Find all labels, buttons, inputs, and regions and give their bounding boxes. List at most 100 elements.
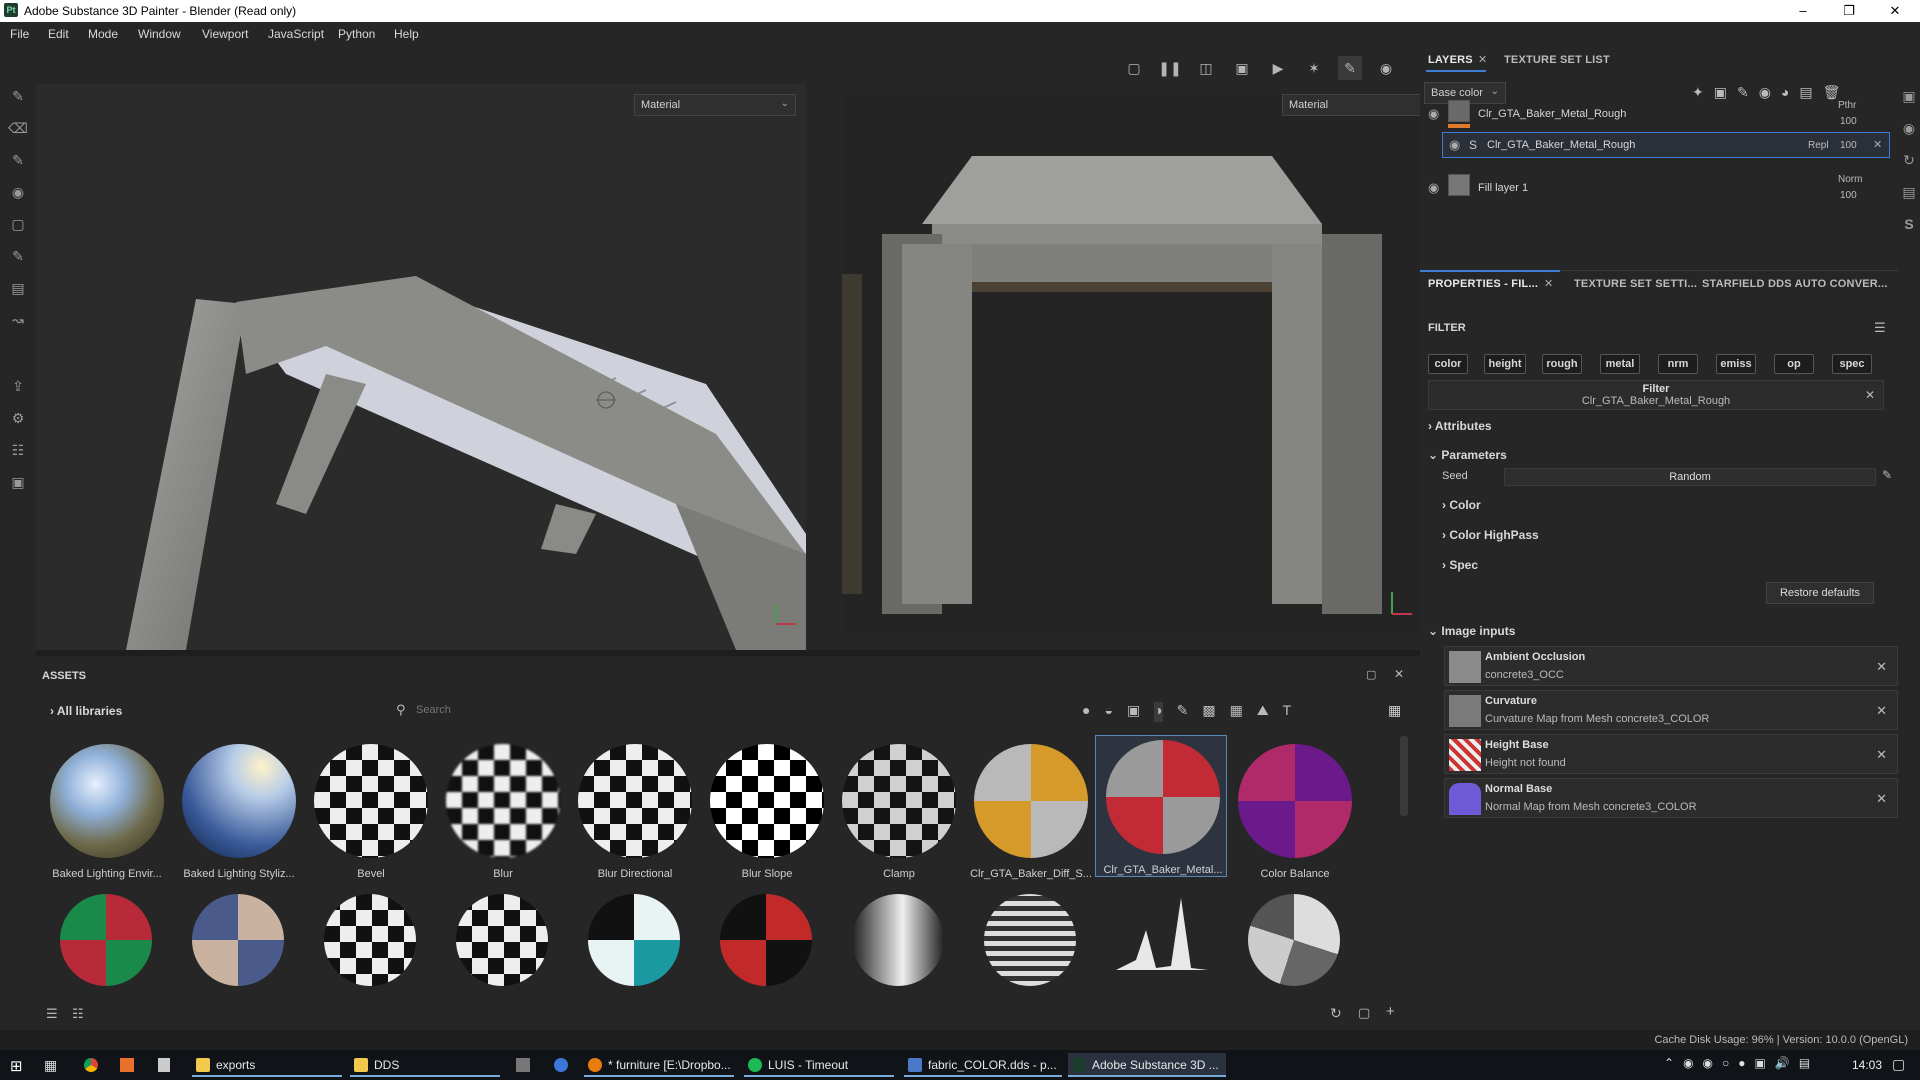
filter-filter-icon[interactable]: ◑ — [1154, 702, 1163, 722]
asset-tile[interactable]: Blur — [436, 740, 566, 880]
picker-icon[interactable]: ↝ — [8, 310, 28, 330]
close-icon[interactable]: ✕ — [1394, 667, 1404, 681]
image-input-ambient-occlusion[interactable]: Ambient Occlusion concrete3_OCC ✕ — [1444, 646, 1898, 686]
asset-tile[interactable] — [436, 890, 566, 990]
layer-row[interactable]: ◉ Fill layer 1 Norm 100 — [1420, 170, 1898, 206]
asset-tile[interactable]: Blur Directional — [568, 740, 698, 880]
new-window-icon[interactable]: ▢ — [1358, 1005, 1370, 1021]
asset-tile[interactable]: Clr_GTA_Baker_Diff_S... — [964, 740, 1094, 880]
layer-blend-mode[interactable]: Norm — [1838, 174, 1862, 185]
filter-resource-box[interactable]: Filter Clr_GTA_Baker_Metal_Rough ✕ — [1428, 380, 1884, 410]
paint-brush-icon[interactable]: ✎ — [8, 86, 28, 106]
symmetry-icon[interactable]: ◫ — [1194, 56, 1218, 80]
environment-filter-icon[interactable]: ⛰ — [1257, 702, 1269, 722]
display-settings-icon[interactable]: ☷ — [8, 440, 28, 460]
layer-opacity[interactable]: 100 — [1840, 116, 1857, 127]
asset-tile[interactable]: Clamp — [832, 740, 962, 880]
list-view-icon[interactable]: ☰ — [46, 1006, 58, 1022]
chip-emiss[interactable]: emiss — [1716, 354, 1756, 374]
close-icon[interactable]: ✕ — [1876, 703, 1887, 719]
tab-properties[interactable]: PROPERTIES - FIL... — [1428, 278, 1538, 290]
taskbar-item-spotify[interactable]: LUIS - Timeout — [744, 1053, 894, 1077]
mask-filter-icon[interactable]: ▣ — [1127, 702, 1140, 722]
chip-rough[interactable]: rough — [1542, 354, 1582, 374]
layer-row[interactable]: ◉ S Clr_GTA_Baker_Metal_Rough Repl 100 ✕ — [1442, 132, 1890, 158]
left-material-select[interactable]: Material ⌄ — [634, 94, 796, 116]
chevron-up-icon[interactable]: ⌃ — [1664, 1056, 1674, 1074]
chip-metal[interactable]: metal — [1600, 354, 1640, 374]
grid-view-icon[interactable]: ▦ — [1388, 702, 1401, 719]
seed-field[interactable]: Random — [1504, 468, 1876, 486]
image-input-normal-base[interactable]: Normal Base Normal Map from Mesh concret… — [1444, 778, 1898, 818]
close-icon[interactable]: ✕ — [1872, 0, 1918, 22]
chip-spec[interactable]: spec — [1832, 354, 1872, 374]
close-tab-icon[interactable]: ✕ — [1478, 53, 1487, 66]
asset-tile[interactable] — [568, 890, 698, 990]
menu-file[interactable]: File — [10, 27, 29, 41]
display-icon[interactable]: ▣ — [1755, 1056, 1766, 1074]
asset-tile[interactable]: Blur Slope — [700, 740, 830, 880]
eye-icon[interactable]: ◉ — [1428, 107, 1444, 120]
asset-tile[interactable] — [1228, 890, 1358, 990]
notifications-icon[interactable]: ▢ — [1892, 1056, 1905, 1073]
layer-opacity[interactable]: 100 — [1840, 140, 1857, 151]
search-input[interactable] — [416, 698, 976, 722]
close-icon[interactable]: ✕ — [1865, 388, 1875, 402]
asset-tile[interactable]: Clr_GTA_Baker_Metal... — [1095, 735, 1227, 877]
shelf-icon[interactable]: ▣ — [1899, 86, 1919, 106]
network-icon[interactable]: ▤ — [1799, 1056, 1810, 1074]
menu-window[interactable]: Window — [138, 27, 181, 41]
float-panel-icon[interactable]: ▢ — [1366, 668, 1376, 681]
texture-filter-icon[interactable]: ▩ — [1202, 702, 1215, 722]
chrome-icon[interactable] — [84, 1058, 98, 1072]
tab-layers[interactable]: LAYERS — [1428, 54, 1473, 66]
chrome-tray-icon[interactable]: ● — [1738, 1056, 1745, 1074]
menu-mode[interactable]: Mode — [88, 27, 118, 41]
substance-s-icon[interactable]: S — [1899, 214, 1919, 234]
asset-tile[interactable] — [700, 890, 830, 990]
menu-javascript[interactable]: JavaScript — [268, 27, 324, 41]
shader-settings-icon[interactable]: ▣ — [8, 472, 28, 492]
image-inputs-section[interactable]: ⌄ Image inputs — [1428, 624, 1515, 638]
parameters-section[interactable]: ⌄ Parameters — [1428, 448, 1507, 462]
taskbar-item-dds[interactable]: DDS — [350, 1053, 500, 1077]
asset-tile[interactable] — [40, 890, 170, 990]
asset-tile[interactable]: Baked Lighting Styliz... — [172, 740, 302, 880]
steam-icon[interactable]: ◉ — [1703, 1056, 1713, 1074]
export-icon[interactable]: ⇪ — [8, 376, 28, 396]
windows-start-icon[interactable]: ⊞ — [10, 1057, 23, 1075]
clone-icon[interactable]: ✎ — [8, 246, 28, 266]
screenshot-camera-icon[interactable]: ◉ — [1374, 56, 1398, 80]
image-input-curvature[interactable]: Curvature Curvature Map from Mesh concre… — [1444, 690, 1898, 730]
hide-ui-icon[interactable]: ▢ — [1122, 56, 1146, 80]
camera-object-icon[interactable]: ▣ — [1230, 56, 1254, 80]
spec-group[interactable]: › Spec — [1442, 558, 1478, 572]
tab-texture-set-list[interactable]: TEXTURE SET LIST — [1504, 54, 1610, 66]
close-icon[interactable]: ✕ — [1873, 138, 1882, 151]
smudge-icon[interactable]: ▢ — [8, 214, 28, 234]
tray-app-icon[interactable]: ○ — [1722, 1056, 1729, 1074]
app-pinned-icon[interactable] — [516, 1058, 530, 1072]
projection-icon[interactable]: ✎ — [8, 150, 28, 170]
color-group[interactable]: › Color — [1442, 498, 1481, 512]
tab-texture-set-settings[interactable]: TEXTURE SET SETTI... — [1574, 278, 1697, 290]
asset-tile[interactable] — [172, 890, 302, 990]
material-filter-icon[interactable]: ● — [1082, 702, 1090, 722]
log-icon[interactable]: ▤ — [1899, 182, 1919, 202]
physics-icon[interactable]: ✶ — [1302, 56, 1326, 80]
brush-mode-icon[interactable]: ✎ — [1338, 56, 1362, 80]
menu-lines-icon[interactable]: ☰ — [1874, 320, 1886, 336]
maximize-icon[interactable]: ❐ — [1826, 0, 1872, 22]
taskbar-item-paint[interactable]: fabric_COLOR.dds - p... — [904, 1053, 1062, 1077]
menu-edit[interactable]: Edit — [48, 27, 69, 41]
close-tab-icon[interactable]: ✕ — [1544, 277, 1553, 290]
menu-python[interactable]: Python — [338, 27, 375, 41]
close-icon[interactable]: ✕ — [1876, 659, 1887, 675]
assets-scrollbar[interactable] — [1400, 736, 1408, 816]
chip-height[interactable]: height — [1484, 354, 1526, 374]
viewport-2d[interactable]: Material ⌄ — [842, 94, 1420, 632]
viewport-3d[interactable]: Material ⌄ — [36, 84, 806, 650]
image-input-height-base[interactable]: Height Base Height not found ✕ — [1444, 734, 1898, 774]
library-selector[interactable]: › All libraries — [50, 704, 122, 718]
asset-tile[interactable]: Baked Lighting Envir... — [40, 740, 170, 880]
